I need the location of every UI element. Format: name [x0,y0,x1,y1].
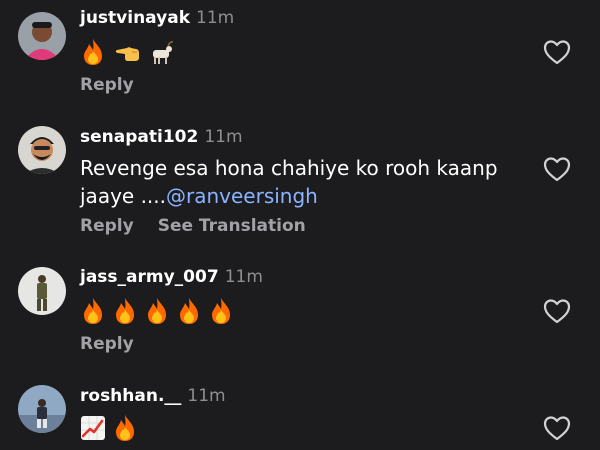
goat-emoji [153,41,174,64]
avatar[interactable] [18,12,66,60]
avatar[interactable] [18,267,66,315]
comment-header: senapati102 11m [80,127,243,147]
comment-emojis [80,297,234,325]
avatar[interactable] [18,385,66,433]
comment-text: Revenge esa hona chahiye ko rooh kaanp j… [80,154,520,210]
comment-actions: Reply [80,75,134,95]
comment-emojis [80,38,174,66]
heart-outline-icon[interactable] [543,415,571,441]
fire-emoji [84,39,102,65]
fire-emoji [116,298,134,324]
heart-outline-icon[interactable] [543,156,571,182]
comment-header: roshhan.__ 11m [80,386,226,406]
reply-button[interactable]: Reply [80,334,134,354]
fire-emoji [116,415,134,441]
username[interactable]: roshhan.__ [80,386,181,406]
username[interactable]: justvinayak [80,8,190,28]
timestamp: 11m [224,267,263,287]
username[interactable]: jass_army_007 [80,267,219,287]
fire-emoji [148,298,166,324]
comment-header: jass_army_007 11m [80,267,263,287]
heart-outline-icon[interactable] [543,298,571,324]
timestamp: 11m [187,386,226,406]
comment-emojis [80,414,138,442]
timestamp: 11m [204,127,243,147]
heart-outline-icon[interactable] [543,39,571,65]
username[interactable]: senapati102 [80,127,198,147]
avatar[interactable] [18,126,66,174]
chart-increasing-emoji [81,416,105,440]
comment-actions: Reply See Translation [80,216,306,236]
backhand-index-left-emoji [115,47,139,61]
see-translation-button[interactable]: See Translation [158,216,306,236]
fire-emoji [180,298,198,324]
mention-link[interactable]: @ranveersingh [166,184,318,208]
reply-button[interactable]: Reply [80,75,134,95]
fire-emoji [212,298,230,324]
comment-header: justvinayak 11m [80,8,234,28]
timestamp: 11m [196,8,235,28]
reply-button[interactable]: Reply [80,216,134,236]
comment-actions: Reply [80,334,134,354]
fire-emoji [84,298,102,324]
